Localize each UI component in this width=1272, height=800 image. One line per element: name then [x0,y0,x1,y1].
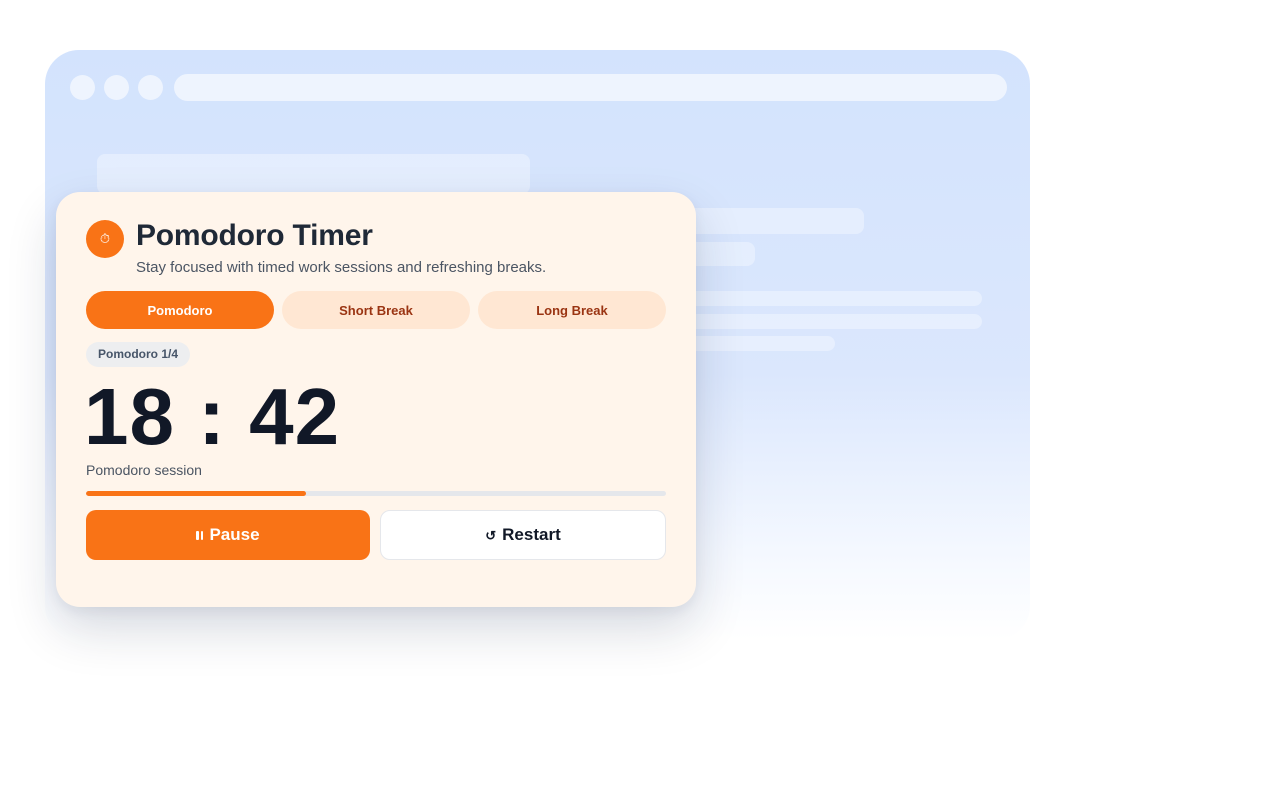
window-dot [70,75,95,100]
pause-label: Pause [209,525,260,544]
pause-icon [196,530,204,540]
placeholder-line [685,314,982,329]
placeholder-block [685,208,864,234]
progress-fill [86,491,307,496]
timer-display: 18 : 42 [84,372,341,461]
tab-short-break[interactable]: Short Break [282,291,470,329]
pomodoro-count-badge: Pomodoro 1/4 [86,342,191,367]
mode-tabs: Pomodoro Short Break Long Break [86,291,666,329]
app-subtitle: Stay focused with timed work sessions an… [136,259,547,276]
window-dot [104,75,129,100]
progress-bar [86,491,666,496]
pomodoro-card: ⏱ Pomodoro Timer Stay focused with timed… [56,192,696,607]
placeholder-block [97,154,530,194]
window-dot [138,75,163,100]
placeholder-line [685,291,982,306]
tab-pomodoro[interactable]: Pomodoro [86,291,274,329]
pause-button[interactable]: Pause [86,510,370,560]
app-title: Pomodoro Timer [136,219,373,252]
address-bar-placeholder [174,74,1007,101]
restart-button[interactable]: ↺ Restart [380,510,666,560]
stopwatch-glyph: ⏱ [99,231,111,246]
placeholder-line [685,336,835,351]
stage: ⏱ Pomodoro Timer Stay focused with timed… [0,0,1272,800]
session-label: Pomodoro session [86,462,202,478]
stopwatch-icon: ⏱ [86,220,124,258]
tab-long-break[interactable]: Long Break [478,291,666,329]
restart-label: Restart [502,525,561,544]
restart-icon: ↺ [485,527,497,543]
